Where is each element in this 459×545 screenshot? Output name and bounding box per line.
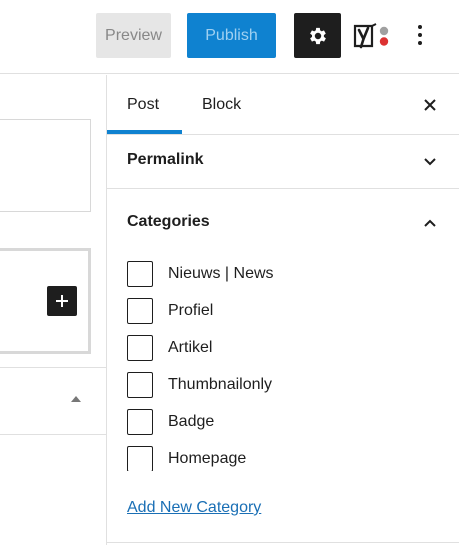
- more-options-button[interactable]: [410, 20, 430, 50]
- category-list[interactable]: Nieuws | News Profiel Artikel Thumbnailo…: [127, 261, 447, 471]
- more-vertical-icon: [418, 25, 422, 29]
- caret-up-icon[interactable]: [71, 396, 81, 402]
- category-item[interactable]: Homepage: [127, 446, 246, 471]
- category-item[interactable]: Thumbnailonly: [127, 372, 272, 398]
- chevron-up-icon[interactable]: [422, 215, 438, 231]
- editor-canvas: [0, 75, 106, 545]
- permalink-panel[interactable]: Permalink: [107, 135, 459, 189]
- categories-panel: Categories Nieuws | News Profiel Artikel…: [107, 189, 459, 545]
- category-label[interactable]: Homepage: [168, 450, 246, 468]
- chevron-down-icon[interactable]: [422, 154, 438, 170]
- category-item[interactable]: Nieuws | News: [127, 261, 274, 287]
- settings-sidebar: Post Block Permalink Categories Nieuws |…: [106, 75, 459, 545]
- category-checkbox[interactable]: [127, 446, 153, 471]
- category-item[interactable]: Artikel: [127, 335, 212, 361]
- sidebar-tabs: Post Block: [107, 75, 459, 135]
- settings-button[interactable]: [294, 13, 341, 58]
- category-checkbox[interactable]: [127, 372, 153, 398]
- tab-block[interactable]: Block: [202, 75, 241, 135]
- yoast-icon: [353, 23, 389, 49]
- editor-toolbar: Preview Publish: [0, 0, 459, 74]
- divider: [0, 434, 106, 435]
- category-checkbox[interactable]: [127, 335, 153, 361]
- category-label[interactable]: Badge: [168, 413, 214, 431]
- categories-title[interactable]: Categories: [127, 213, 210, 231]
- category-checkbox[interactable]: [127, 261, 153, 287]
- category-checkbox[interactable]: [127, 409, 153, 435]
- category-label[interactable]: Thumbnailonly: [168, 376, 272, 394]
- category-checkbox[interactable]: [127, 298, 153, 324]
- divider: [0, 367, 106, 368]
- permalink-title[interactable]: Permalink: [127, 151, 203, 169]
- category-item[interactable]: Badge: [127, 409, 214, 435]
- yoast-seo-button[interactable]: [352, 22, 394, 50]
- close-icon[interactable]: [421, 96, 439, 114]
- divider: [107, 542, 459, 543]
- active-tab-indicator: [107, 130, 182, 134]
- category-label[interactable]: Nieuws | News: [168, 265, 274, 283]
- tab-post[interactable]: Post: [127, 75, 159, 135]
- add-new-category-link[interactable]: Add New Category: [127, 499, 261, 517]
- plus-icon: [56, 295, 68, 307]
- category-label[interactable]: Artikel: [168, 339, 212, 357]
- preview-button[interactable]: Preview: [96, 13, 171, 58]
- add-block-button[interactable]: [47, 286, 77, 316]
- selected-block[interactable]: [0, 248, 91, 354]
- gear-icon: [309, 27, 326, 44]
- category-item[interactable]: Profiel: [127, 298, 213, 324]
- content-block[interactable]: [0, 119, 91, 212]
- publish-button[interactable]: Publish: [187, 13, 276, 58]
- category-label[interactable]: Profiel: [168, 302, 213, 320]
